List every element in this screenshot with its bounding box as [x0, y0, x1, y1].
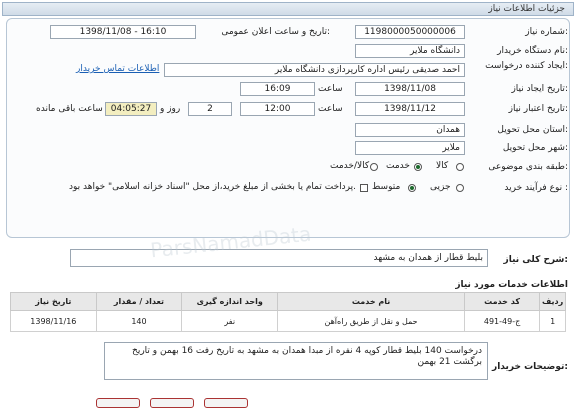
col-row: ردیف	[539, 292, 566, 311]
create-time-field: 16:09	[240, 82, 315, 96]
services-header-row: ردیف کد خدمت نام خدمت واحد اندازه گیری ت…	[10, 292, 566, 311]
summary-field: بلیط قطار از همدان به مشهد	[70, 249, 488, 267]
buyer-org-field: دانشگاه ملایر	[355, 44, 465, 58]
col-name: نام خدمت	[277, 292, 465, 311]
buyer-notes-box: درخواست 140 بلیط قطار کوپه 4 نفره از مبد…	[104, 342, 488, 380]
deadline-date-field: 1398/11/12	[355, 102, 465, 116]
process-minor-radio[interactable]	[456, 184, 464, 192]
process-medium-label: متوسط	[372, 182, 401, 192]
cell-row: 1	[539, 310, 566, 332]
remaining-time-field: 04:05:27	[105, 102, 157, 116]
col-need-date: تاریخ نیاز	[10, 292, 97, 311]
announce-field: 1398/11/08 - 16:10	[50, 25, 196, 39]
days-field: 2	[188, 102, 232, 116]
province-label: استان محل تحویل:	[497, 125, 568, 135]
buyer-contact-link[interactable]: اطلاعات تماس خریدار	[76, 64, 159, 74]
cell-unit: نفر	[181, 310, 279, 332]
treasury-checkbox[interactable]	[360, 184, 368, 192]
cell-need-date: 1398/11/16	[10, 310, 97, 332]
process-minor-label: جزیی	[430, 182, 451, 192]
col-unit: واحد اندازه گیری	[181, 292, 279, 311]
category-service-radio[interactable]	[414, 163, 422, 171]
need-number-label: شماره نیاز:	[525, 27, 568, 37]
category-service-label: خدمت	[386, 161, 410, 171]
page-title: جزئیات اطلاعات نیاز	[488, 4, 565, 14]
col-quantity: تعداد / مقدار	[95, 292, 183, 311]
page-header: جزئیات اطلاعات نیاز	[2, 2, 574, 16]
buyer-org-label: نام دستگاه خریدار:	[497, 46, 568, 56]
city-field: ملایر	[355, 141, 465, 155]
col-code: کد خدمت	[463, 292, 541, 311]
category-goods-service-radio[interactable]	[370, 163, 378, 171]
days-label: روز و	[160, 104, 181, 114]
remaining-label: ساعت باقی مانده	[36, 104, 103, 114]
buyer-notes-label: توضیحات خریدار:	[492, 362, 568, 372]
process-medium-radio[interactable]	[408, 184, 416, 192]
summary-label: شرح کلی نیاز:	[503, 255, 568, 265]
buyer-notes-text: درخواست 140 بلیط قطار کوپه 4 نفره از مبد…	[132, 346, 482, 367]
create-time-label: ساعت	[318, 84, 343, 94]
cell-quantity: 140	[95, 310, 183, 332]
table-row: 1 ج-49-491 حمل و نقل از طریق راه‌آهن نفر…	[10, 310, 566, 332]
services-title: اطلاعات خدمات مورد نیاز	[455, 280, 568, 290]
province-field: همدان	[355, 123, 465, 137]
cell-name: حمل و نقل از طریق راه‌آهن	[277, 310, 465, 332]
category-goods-service-label: کالا/خدمت	[330, 161, 370, 171]
deadline-label: تاریخ اعتبار نیاز:	[508, 104, 568, 114]
city-label: شهر محل تحویل:	[502, 143, 568, 153]
category-goods-label: کالا	[436, 161, 449, 171]
create-date-label: تاریخ ایجاد نیاز:	[511, 84, 568, 94]
process-label: نوع فرآیند خرید :	[504, 183, 568, 193]
category-label: طبقه بندی موضوعی:	[488, 162, 568, 172]
creator-label: ایجاد کننده درخواست:	[485, 61, 568, 71]
treasury-note: پرداخت تمام یا بخشی از مبلغ خرید،از محل …	[68, 182, 356, 192]
cell-code: ج-49-491	[463, 310, 541, 332]
create-date-field: 1398/11/08	[355, 82, 465, 96]
creator-field: احمد صدیقی رئیس اداره کارپردازی دانشگاه …	[164, 63, 465, 77]
category-goods-radio[interactable]	[456, 163, 464, 171]
services-table: ردیف کد خدمت نام خدمت واحد اندازه گیری ت…	[10, 292, 566, 332]
need-number-field: 1198000050000006	[355, 25, 465, 39]
announce-label: تاریخ و ساعت اعلان عمومی:	[221, 27, 330, 37]
need-details-panel	[6, 18, 570, 238]
deadline-time-field: 12:00	[240, 102, 315, 116]
deadline-time-label: ساعت	[318, 104, 343, 114]
